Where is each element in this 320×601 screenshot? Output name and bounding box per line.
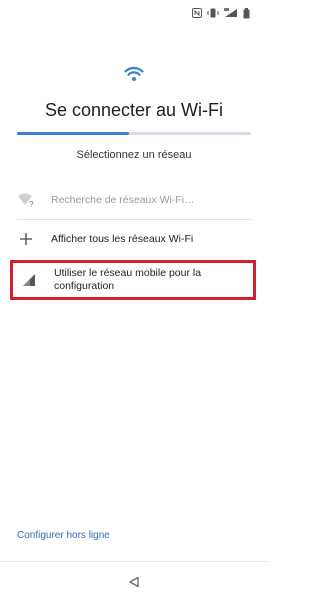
svg-text:?: ? (29, 200, 34, 208)
page-title: Se connecter au Wi-Fi (44, 100, 224, 120)
use-mobile-network-label: Utiliser le réseau mobile pour la config… (54, 267, 202, 292)
wifi-searching-icon: ? (17, 191, 35, 209)
mobile-data-icon (224, 8, 237, 17)
vibrate-icon (207, 8, 219, 18)
navigation-bar (0, 561, 268, 601)
battery-icon (243, 7, 250, 18)
use-mobile-network-button[interactable]: Utiliser le réseau mobile pour la config… (10, 260, 256, 300)
wifi-searching-label: Recherche de réseaux Wi-Fi… (51, 193, 195, 206)
cell-signal-icon (20, 271, 38, 289)
plus-icon (17, 230, 35, 248)
nfc-icon (192, 8, 202, 18)
setup-progress-bar (17, 132, 251, 135)
show-all-networks-label: Afficher tous les réseaux Wi-Fi (51, 232, 194, 245)
configure-offline-link[interactable]: Configurer hors ligne (17, 530, 110, 541)
back-triangle-icon[interactable] (128, 576, 140, 588)
wifi-icon (124, 66, 144, 81)
divider (17, 219, 251, 220)
setup-progress-fill (17, 132, 130, 135)
select-network-subtitle: Sélectionnez un réseau (76, 149, 192, 161)
show-all-networks-button[interactable]: Afficher tous les réseaux Wi-Fi (17, 227, 251, 251)
wifi-header-icon-wrap (0, 66, 268, 82)
status-bar (192, 6, 250, 20)
wifi-searching-row: ? Recherche de réseaux Wi-Fi… (17, 188, 251, 212)
